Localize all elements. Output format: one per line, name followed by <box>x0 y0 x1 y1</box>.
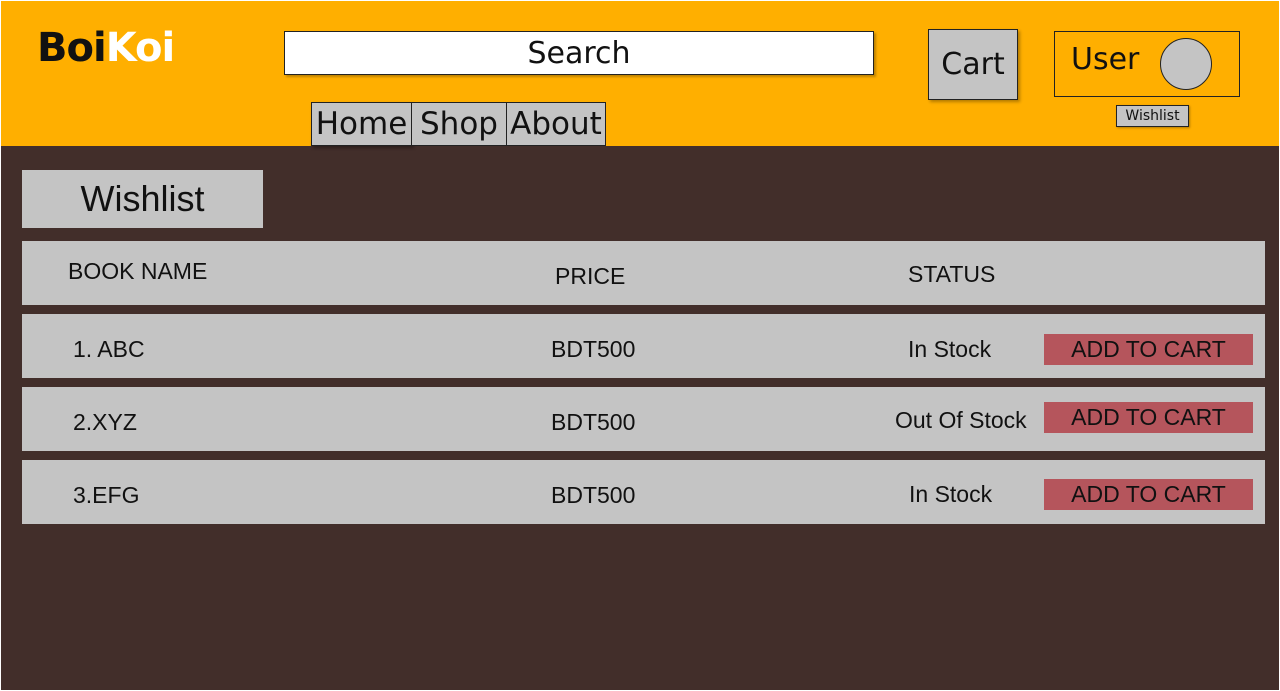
book-price: BDT500 <box>551 409 636 435</box>
add-to-cart-label: ADD TO CART <box>1071 481 1226 507</box>
user-menu[interactable]: User <box>1054 31 1240 97</box>
table-row: 1. ABC BDT500 In Stock ADD TO CART <box>22 314 1265 378</box>
avatar[interactable] <box>1160 38 1212 90</box>
logo-part-2: Koi <box>105 25 175 71</box>
logo[interactable]: BoiKoi <box>37 25 175 71</box>
page-title: Wishlist <box>22 170 263 228</box>
column-header-status: STATUS <box>908 261 996 287</box>
table-row: 3.EFG BDT500 In Stock ADD TO CART <box>22 460 1265 524</box>
app-frame: BoiKoi Search Cart User Wishlist Home Sh… <box>1 1 1279 690</box>
search-input[interactable]: Search <box>284 31 874 75</box>
book-status: Out Of Stock <box>895 407 1027 433</box>
book-status: In Stock <box>909 481 993 507</box>
add-to-cart-label: ADD TO CART <box>1071 336 1226 362</box>
logo-part-1: Boi <box>37 25 107 71</box>
add-to-cart-label: ADD TO CART <box>1071 404 1226 430</box>
table-row: 2.XYZ BDT500 Out Of Stock ADD TO CART <box>22 387 1265 451</box>
cart-button[interactable]: Cart <box>928 29 1018 100</box>
nav-item-about[interactable]: About <box>506 102 606 146</box>
book-name: 3.EFG <box>73 482 140 508</box>
add-to-cart-button[interactable]: ADD TO CART <box>1044 334 1253 365</box>
header: BoiKoi Search Cart User Wishlist Home Sh… <box>1 1 1279 146</box>
wishlist-link[interactable]: Wishlist <box>1116 105 1189 127</box>
column-header-book-name: BOOK NAME <box>68 258 208 284</box>
column-header-price: PRICE <box>555 263 626 289</box>
nav-item-shop[interactable]: Shop <box>411 102 507 146</box>
nav-item-label: Home <box>315 106 408 142</box>
book-name: 1. ABC <box>73 336 145 362</box>
nav-item-label: Shop <box>420 106 498 142</box>
book-status: In Stock <box>908 336 992 362</box>
table-header: BOOK NAME PRICE STATUS <box>22 241 1265 305</box>
add-to-cart-button[interactable]: ADD TO CART <box>1044 402 1253 433</box>
book-price: BDT500 <box>551 482 636 508</box>
nav-item-label: About <box>510 106 602 142</box>
book-price: BDT500 <box>551 336 636 362</box>
page-title-text: Wishlist <box>80 178 205 219</box>
wishlist-link-label: Wishlist <box>1125 108 1180 124</box>
main-nav: Home Shop About <box>311 102 606 146</box>
search-label: Search <box>527 35 631 71</box>
user-label: User <box>1071 42 1140 77</box>
book-name: 2.XYZ <box>73 409 137 435</box>
cart-label: Cart <box>941 47 1005 82</box>
nav-item-home[interactable]: Home <box>311 102 412 146</box>
add-to-cart-button[interactable]: ADD TO CART <box>1044 479 1253 510</box>
